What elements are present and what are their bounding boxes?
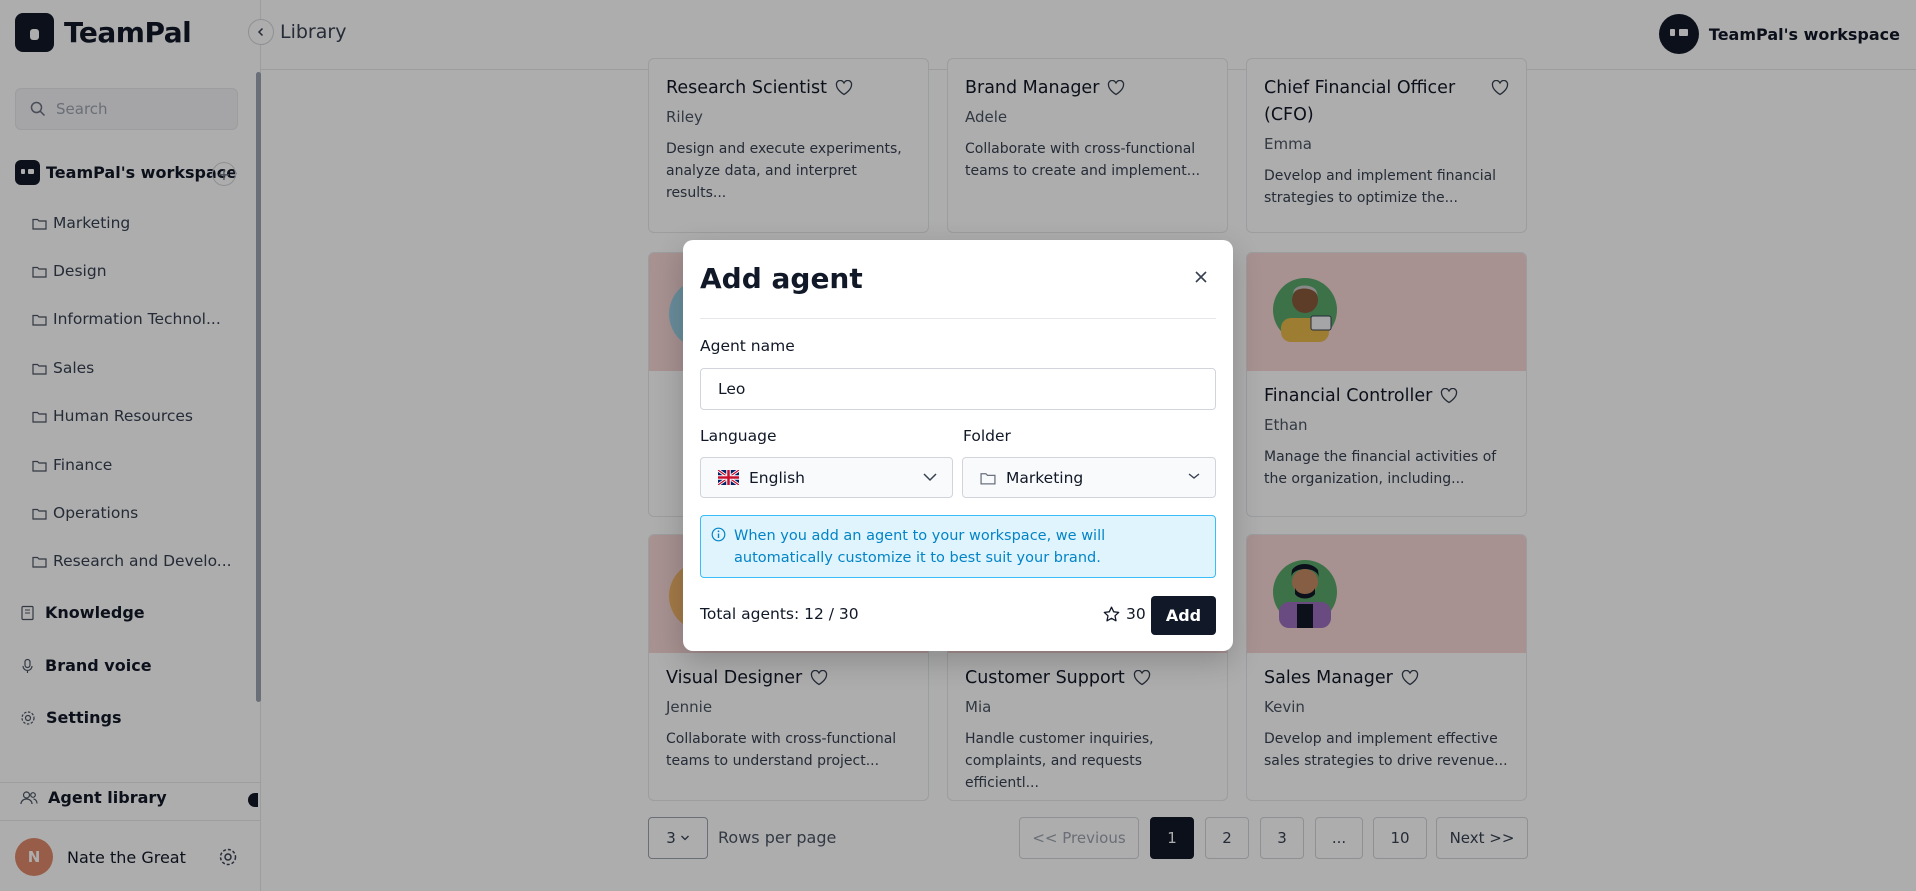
info-alert: When you add an agent to your workspace,… [700,515,1216,578]
dialog-title: Add agent [700,262,863,295]
star-icon [1103,606,1120,622]
language-value: English [749,468,805,487]
uk-flag-icon [718,470,739,485]
info-message: When you add an agent to your workspace,… [734,528,1106,566]
folder-label: Folder [963,427,1011,445]
total-agents: Total agents: 12 / 30 [700,605,859,623]
folder-value: Marketing [1006,468,1084,487]
divider [700,318,1216,319]
chevron-down-icon [1188,473,1200,479]
close-icon[interactable] [1194,270,1208,284]
add-agent-dialog: Add agent Agent name Language English Fo… [683,240,1233,651]
credits-value: 30 [1126,605,1146,623]
info-icon [711,527,726,542]
chevron-down-icon [923,473,937,482]
folder-select[interactable]: Marketing [962,457,1216,498]
agent-name-label: Agent name [700,337,795,355]
language-select[interactable]: English [700,457,953,498]
language-label: Language [700,427,777,445]
add-button[interactable]: Add [1151,596,1216,635]
agent-name-input[interactable] [700,368,1216,410]
credits: 30 [1103,605,1146,623]
folder-icon [980,472,996,485]
